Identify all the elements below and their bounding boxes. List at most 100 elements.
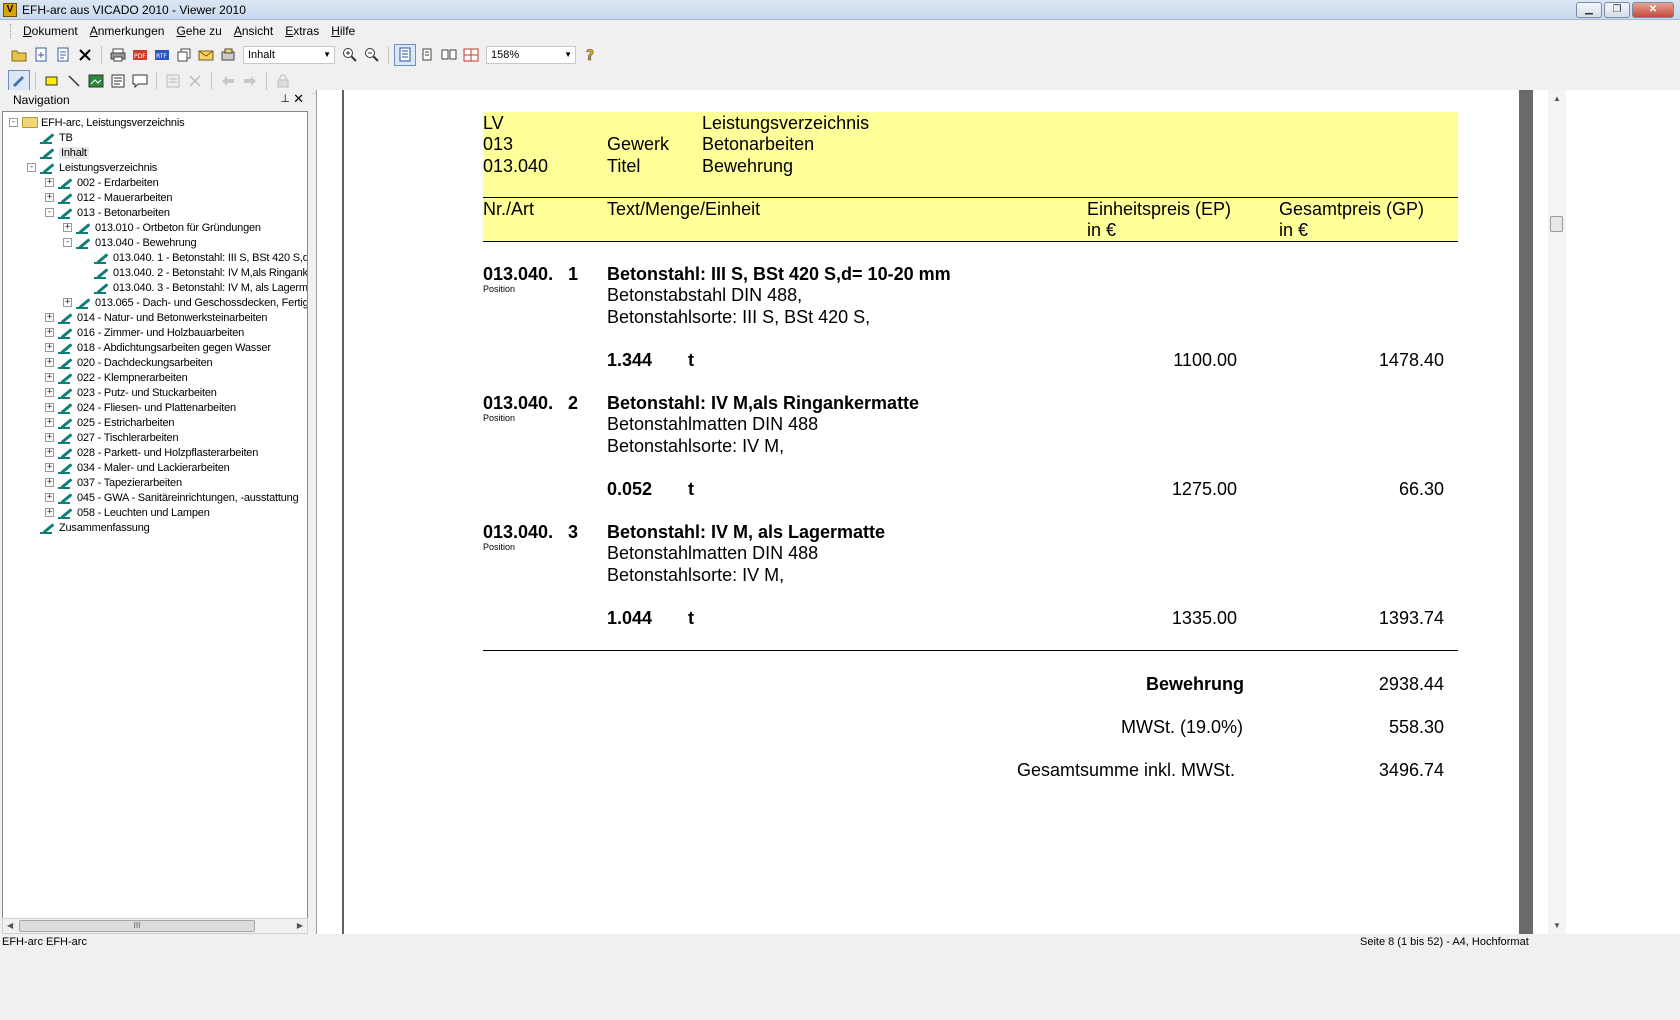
expand-icon[interactable]: + — [45, 358, 54, 367]
import-icon[interactable] — [30, 44, 52, 66]
lock-icon[interactable] — [272, 70, 294, 92]
tree-item[interactable]: +020 - Dachdeckungsarbeiten — [45, 355, 213, 370]
expand-icon[interactable]: + — [45, 343, 54, 352]
expand-icon[interactable]: + — [45, 433, 54, 442]
maximize-button[interactable]: ❐ — [1604, 2, 1630, 18]
close-window-button[interactable]: ✕ — [1632, 2, 1674, 18]
expand-icon[interactable]: + — [45, 418, 54, 427]
menu-gehe-zu[interactable]: Gehe zu — [170, 24, 227, 38]
tree-item[interactable]: +013.010 - Ortbeton für Gründungen — [63, 220, 261, 235]
expand-icon[interactable]: + — [45, 328, 54, 337]
pin-icon[interactable]: ⊥ — [280, 92, 290, 105]
expand-icon[interactable]: + — [45, 313, 54, 322]
tree-item[interactable]: +045 - GWA - Sanitäreinrichtungen, -auss… — [45, 490, 299, 505]
toolbar-separator — [35, 71, 36, 90]
collapse-icon[interactable]: - — [45, 208, 54, 217]
tree-item[interactable]: +012 - Mauerarbeiten — [45, 190, 172, 205]
fit-page-icon[interactable] — [394, 44, 416, 66]
menu-extras[interactable]: Extras — [279, 24, 325, 38]
expand-icon[interactable]: + — [45, 493, 54, 502]
line-tool-icon[interactable] — [63, 70, 85, 92]
scrollbar-thumb[interactable] — [1550, 216, 1563, 232]
pdf-export-icon[interactable]: PDF — [129, 44, 151, 66]
tree-item[interactable]: +028 - Parkett- und Holzpflasterarbeiten — [45, 445, 258, 460]
tree-item[interactable]: +023 - Putz- und Stuckarbeiten — [45, 385, 217, 400]
menu-ansicht[interactable]: Ansicht — [228, 24, 279, 38]
section-select[interactable]: Inhalt ▼ — [243, 46, 335, 64]
single-page-icon[interactable] — [416, 44, 438, 66]
zoom-select[interactable]: 158% ▼ — [486, 46, 576, 64]
expand-icon[interactable]: + — [45, 193, 54, 202]
scroll-left-icon[interactable]: ◀ — [7, 921, 13, 930]
zoom-out-icon[interactable] — [361, 44, 383, 66]
expand-icon[interactable]: + — [45, 463, 54, 472]
tree-item[interactable]: - Leistungsverzeichnis — [27, 160, 157, 175]
tree-item[interactable]: 013.040. 2 - Betonstahl: IV M,als Ringan… — [81, 265, 307, 280]
collapse-icon[interactable]: - — [63, 238, 72, 247]
zoom-in-icon[interactable] — [339, 44, 361, 66]
properties-icon[interactable] — [162, 70, 184, 92]
expand-icon[interactable]: + — [45, 373, 54, 382]
fax-icon[interactable] — [217, 44, 239, 66]
tree-item[interactable]: +016 - Zimmer- und Holzbauarbeiten — [45, 325, 244, 340]
menu-hilfe[interactable]: Hilfe — [325, 24, 361, 38]
multi-pages-icon[interactable] — [460, 44, 482, 66]
expand-icon[interactable]: + — [63, 223, 72, 232]
expand-icon[interactable]: + — [45, 478, 54, 487]
tree-item[interactable]: - EFH-arc, Leistungsverzeichnis — [9, 115, 185, 130]
remove-annotation-icon[interactable] — [184, 70, 206, 92]
tree-item[interactable]: - 013.040 - Bewehrung — [63, 235, 197, 250]
export-icon[interactable] — [52, 44, 74, 66]
vertical-scrollbar[interactable]: ▲ ▼ — [1548, 90, 1566, 934]
scroll-down-icon[interactable]: ▼ — [1553, 921, 1561, 930]
tree-item[interactable]: Zusammenfassung — [27, 520, 150, 535]
tree-item[interactable]: +014 - Natur- und Betonwerksteinarbeiten — [45, 310, 268, 325]
tree-item[interactable]: Inhalt — [27, 145, 89, 160]
two-pages-icon[interactable] — [438, 44, 460, 66]
pencil-tool-icon[interactable] — [8, 69, 30, 92]
open-folder-icon[interactable] — [8, 44, 30, 66]
expand-icon[interactable]: + — [45, 388, 54, 397]
tree-item[interactable]: +002 - Erdarbeiten — [45, 175, 159, 190]
close-icon[interactable]: ✕ — [293, 91, 304, 107]
tree-item[interactable]: +027 - Tischlerarbeiten — [45, 430, 179, 445]
expand-icon[interactable]: + — [45, 403, 54, 412]
tree-item[interactable]: +034 - Maler- und Lackierarbeiten — [45, 460, 230, 475]
image-tool-icon[interactable] — [85, 70, 107, 92]
email-icon[interactable] — [195, 44, 217, 66]
tree-item[interactable]: +025 - Estricharbeiten — [45, 415, 175, 430]
rtf-export-icon[interactable]: RTF — [151, 44, 173, 66]
arrow-right-icon[interactable] — [239, 70, 261, 92]
arrow-left-icon[interactable] — [217, 70, 239, 92]
copy-pages-icon[interactable] — [173, 44, 195, 66]
collapse-icon[interactable]: - — [27, 163, 36, 172]
expand-icon[interactable]: + — [63, 298, 72, 307]
comment-tool-icon[interactable] — [129, 70, 151, 92]
tree-item[interactable]: TB — [27, 130, 73, 145]
tree-item[interactable]: +037 - Tapezierarbeiten — [45, 475, 182, 490]
tree-item[interactable]: +018 - Abdichtungsarbeiten gegen Wasser — [45, 340, 271, 355]
minimize-button[interactable]: ▁ — [1576, 2, 1602, 18]
scroll-up-icon[interactable]: ▲ — [1553, 94, 1561, 103]
scroll-right-icon[interactable]: ▶ — [297, 921, 303, 930]
text-tool-icon[interactable] — [107, 70, 129, 92]
scrollbar-thumb[interactable]: III — [19, 920, 255, 932]
expand-icon[interactable]: + — [45, 448, 54, 457]
print-icon[interactable] — [107, 44, 129, 66]
delete-icon[interactable] — [74, 44, 96, 66]
tree-item[interactable]: 013.040. 3 - Betonstahl: IV M, als Lager… — [81, 280, 307, 295]
tree-item[interactable]: +058 - Leuchten und Lampen — [45, 505, 210, 520]
menu-anmerkungen[interactable]: Anmerkungen — [84, 24, 171, 38]
tree-item[interactable]: +022 - Klempnerarbeiten — [45, 370, 188, 385]
help-icon[interactable]: ? — [580, 44, 602, 66]
menu-dokument[interactable]: Dokument — [17, 24, 84, 38]
rectangle-tool-icon[interactable] — [41, 70, 63, 92]
tree-item[interactable]: +024 - Fliesen- und Plattenarbeiten — [45, 400, 236, 415]
horizontal-scrollbar[interactable]: ◀ III ▶ — [2, 918, 308, 934]
expand-icon[interactable]: + — [45, 508, 54, 517]
tree-item[interactable]: 013.040. 1 - Betonstahl: III S, BSt 420 … — [81, 250, 307, 265]
expand-icon[interactable]: + — [45, 178, 54, 187]
collapse-icon[interactable]: - — [9, 118, 18, 127]
tree-item[interactable]: - 013 - Betonarbeiten — [45, 205, 170, 220]
tree-item[interactable]: +013.065 - Dach- und Geschossdecken, Fer… — [63, 295, 307, 310]
